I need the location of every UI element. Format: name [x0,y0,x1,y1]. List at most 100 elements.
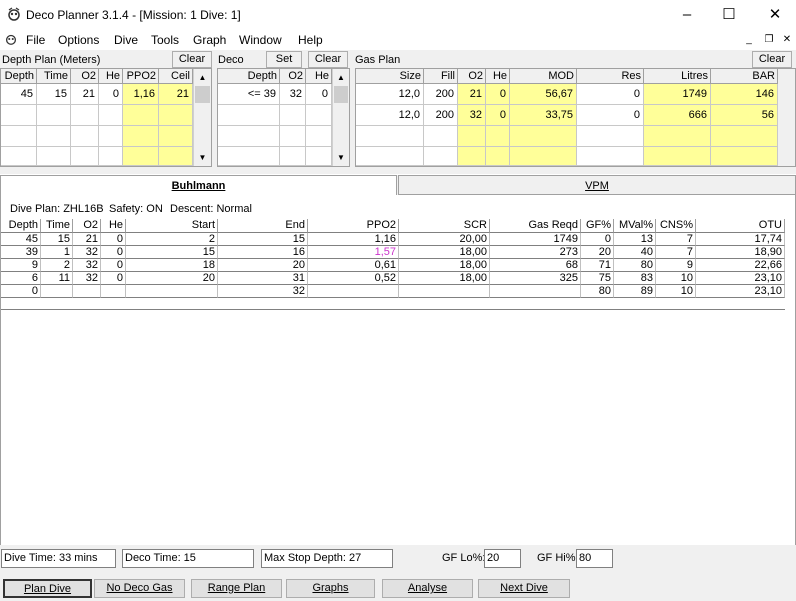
scroll-up-icon[interactable]: ▲ [333,69,349,86]
cell-empty[interactable] [218,126,280,147]
cell-empty[interactable] [1,126,37,147]
cell-empty[interactable] [280,105,306,126]
cell-empty[interactable] [424,126,458,147]
cell-otu: 22,66 [696,259,785,272]
cell-depth[interactable]: 45 [1,84,37,105]
cell-time: 15 [41,233,73,246]
cell-empty[interactable] [577,126,644,147]
cell-he: 0 [486,105,510,126]
tab-vpm[interactable]: VPM [398,175,796,195]
cell-empty[interactable] [218,105,280,126]
cell-ppo2: 0,61 [308,259,399,272]
dive-time-status: Dive Time: 33 mins [1,549,116,568]
cell-ceil: 21 [159,84,193,105]
plan-dive-button[interactable]: Plan Dive [3,579,92,598]
deco-scrollbar[interactable]: ▲ ▼ [332,69,349,166]
scroll-down-icon[interactable]: ▼ [333,149,349,166]
safety-text: Safety: ON [109,203,163,215]
no-deco-gas-button[interactable]: No Deco Gas [94,579,185,598]
mdi-restore-button[interactable]: ❐ [762,34,776,46]
cell-empty[interactable] [577,147,644,166]
cell-o2[interactable]: 32 [280,84,306,105]
cell-empty[interactable] [306,126,332,147]
cell-end: 20 [218,259,308,272]
cell-empty[interactable] [71,126,99,147]
minimize-button[interactable]: – [664,0,710,30]
scroll-thumb[interactable] [195,86,210,103]
analyse-button[interactable]: Analyse [382,579,473,598]
scroll-up-icon[interactable]: ▲ [194,69,211,86]
tab-buhlmann[interactable]: Buhlmann [0,175,397,195]
scroll-thumb[interactable] [334,86,348,103]
cell-scr [399,285,490,298]
cell-o2: 32 [73,272,101,285]
cell-empty[interactable] [280,147,306,166]
cell-empty[interactable] [424,147,458,166]
gas-plan-clear-button[interactable]: Clear [752,51,792,68]
cell-empty[interactable] [71,147,99,166]
cell-mval: 40 [614,246,656,259]
cell-size[interactable]: 12,0 [356,84,424,105]
gf-hi-input[interactable]: 80 [576,549,613,568]
cell-time [41,285,73,298]
cell-end: 31 [218,272,308,285]
cell-he[interactable]: 0 [99,84,123,105]
deco-clear-button[interactable]: Clear [308,51,348,68]
col-depth: Depth [218,69,280,84]
col-ppo2: PPO2 [308,219,399,233]
depth-plan-clear-button[interactable]: Clear [172,51,212,68]
cell-o2: 32 [73,246,101,259]
cell-o2[interactable]: 21 [71,84,99,105]
cell-empty[interactable] [306,147,332,166]
cell-empty[interactable] [71,105,99,126]
cell-o2: 21 [458,84,486,105]
col-o2: O2 [280,69,306,84]
cell-fill[interactable]: 200 [424,105,458,126]
menu-help[interactable]: Help [298,33,323,47]
cell-empty[interactable] [356,126,424,147]
menu-dive[interactable]: Dive [114,33,138,47]
cell-empty[interactable] [99,105,123,126]
cell-res[interactable]: 0 [577,84,644,105]
cell-he[interactable]: 0 [306,84,332,105]
mdi-child-icon[interactable] [4,32,18,46]
cell-empty[interactable] [99,147,123,166]
menu-file[interactable]: File [26,33,45,47]
close-button[interactable]: ✕ [752,0,796,30]
mdi-minimize-button[interactable]: _ [742,34,756,46]
cell-fill[interactable]: 200 [424,84,458,105]
col-size: Size [356,69,424,84]
cell-empty[interactable] [306,105,332,126]
mdi-close-button[interactable]: ✕ [780,34,794,46]
cell-empty[interactable] [37,126,71,147]
cell-size[interactable]: 12,0 [356,105,424,126]
cell-empty[interactable] [218,147,280,166]
scroll-down-icon[interactable]: ▼ [194,149,211,166]
menu-tools[interactable]: Tools [151,33,179,47]
next-dive-button[interactable]: Next Dive [478,579,570,598]
range-plan-button[interactable]: Range Plan [191,579,282,598]
gf-lo-input[interactable]: 20 [484,549,521,568]
cell-res[interactable]: 0 [577,105,644,126]
cell-time[interactable]: 15 [37,84,71,105]
cell-empty[interactable] [1,147,37,166]
maximize-button[interactable]: ☐ [706,0,752,30]
depth-plan-scrollbar[interactable]: ▲ ▼ [193,69,211,166]
cell-cns: 9 [656,259,696,272]
deco-set-button[interactable]: Set [266,51,302,68]
cell-depth: 39 [1,246,41,259]
cell-bar: 146 [711,84,778,105]
graphs-button[interactable]: Graphs [286,579,375,598]
cell-empty[interactable] [37,105,71,126]
cell-empty[interactable] [99,126,123,147]
cell-o2 [73,285,101,298]
menu-options[interactable]: Options [58,33,99,47]
cell-empty[interactable] [280,126,306,147]
cell-empty[interactable] [37,147,71,166]
cell-empty[interactable] [356,147,424,166]
cell-start [126,285,218,298]
cell-empty[interactable] [1,105,37,126]
menu-graph[interactable]: Graph [193,33,226,47]
menu-window[interactable]: Window [239,33,282,47]
cell-depth[interactable]: <= 39 [218,84,280,105]
